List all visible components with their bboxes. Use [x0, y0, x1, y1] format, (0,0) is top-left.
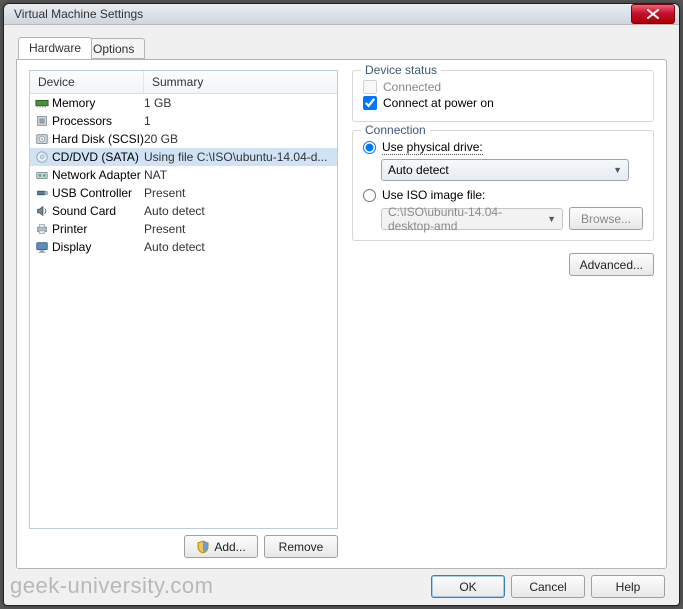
checkbox-connected-label: Connected [383, 80, 441, 94]
radio-use-iso-input[interactable] [363, 189, 376, 202]
table-row[interactable]: USB ControllerPresent [30, 184, 337, 202]
legend-device-status: Device status [361, 63, 441, 77]
row-summary: Present [144, 222, 333, 236]
browse-button: Browse... [569, 207, 643, 230]
dropdown-physical-value: Auto detect [388, 163, 449, 177]
row-icon [34, 114, 50, 128]
watermark: geek-university.com [10, 573, 214, 599]
row-device: Hard Disk (SCSI) [50, 132, 144, 146]
cancel-button[interactable]: Cancel [511, 575, 585, 598]
chevron-down-icon: ▼ [547, 214, 556, 224]
table-row[interactable]: DisplayAuto detect [30, 238, 337, 256]
cd-icon [35, 150, 49, 164]
ok-button[interactable]: OK [431, 575, 505, 598]
dropdown-physical-drive[interactable]: Auto detect ▼ [381, 159, 629, 181]
col-summary[interactable]: Summary [144, 71, 337, 93]
printer-icon [35, 222, 49, 236]
row-device: CD/DVD (SATA) [50, 150, 144, 164]
settings-panel: Device status Connected Connect at power… [352, 70, 654, 558]
row-summary: Present [144, 186, 333, 200]
table-row[interactable]: Processors1 [30, 112, 337, 130]
radio-use-physical[interactable]: Use physical drive: [363, 139, 643, 155]
row-device: Display [50, 240, 144, 254]
row-device: USB Controller [50, 186, 144, 200]
radio-use-iso-label: Use ISO image file: [382, 188, 485, 202]
iso-file-row: C:\ISO\ubuntu-14.04-desktop-amd ▼ Browse… [381, 207, 643, 230]
checkbox-connected[interactable]: Connected [363, 79, 643, 95]
remove-button[interactable]: Remove [264, 535, 338, 558]
sound-icon [35, 204, 49, 218]
radio-use-iso[interactable]: Use ISO image file: [363, 187, 643, 203]
window-title: Virtual Machine Settings [14, 7, 631, 21]
row-summary: Auto detect [144, 240, 333, 254]
row-icon [34, 150, 50, 164]
row-summary: 20 GB [144, 132, 333, 146]
table-row[interactable]: Sound CardAuto detect [30, 202, 337, 220]
table-header: Device Summary [30, 71, 337, 94]
close-button[interactable] [631, 4, 675, 24]
help-button[interactable]: Help [591, 575, 665, 598]
usb-icon [35, 186, 49, 200]
row-icon [34, 132, 50, 146]
group-connection: Connection Use physical drive: Auto dete… [352, 130, 654, 241]
row-device: Memory [50, 96, 144, 110]
titlebar: Virtual Machine Settings [4, 4, 679, 25]
close-icon [647, 9, 659, 19]
row-summary: 1 GB [144, 96, 333, 110]
device-panel: Device Summary Memory1 GBProcessors1Hard… [29, 70, 338, 558]
table-row[interactable]: PrinterPresent [30, 220, 337, 238]
iso-path-value: C:\ISO\ubuntu-14.04-desktop-amd [388, 205, 547, 233]
radio-use-physical-input[interactable] [363, 141, 376, 154]
row-icon [34, 222, 50, 236]
shield-icon [196, 540, 210, 554]
tab-pane-hardware: Device Summary Memory1 GBProcessors1Hard… [16, 59, 667, 569]
col-device[interactable]: Device [30, 71, 144, 93]
advanced-row: Advanced... [352, 249, 654, 276]
row-device: Network Adapter [50, 168, 144, 182]
table-row[interactable]: Memory1 GB [30, 94, 337, 112]
row-summary: Auto detect [144, 204, 333, 218]
row-device: Printer [50, 222, 144, 236]
row-device: Processors [50, 114, 144, 128]
legend-connection: Connection [361, 123, 430, 137]
chevron-down-icon: ▼ [613, 165, 622, 175]
row-summary: NAT [144, 168, 333, 182]
device-table: Device Summary Memory1 GBProcessors1Hard… [29, 70, 338, 529]
checkbox-connected-input [363, 80, 377, 94]
hdd-icon [35, 132, 49, 146]
checkbox-connect-poweron[interactable]: Connect at power on [363, 95, 643, 111]
display-icon [35, 240, 49, 254]
advanced-button[interactable]: Advanced... [569, 253, 654, 276]
row-icon [34, 240, 50, 254]
row-summary: Using file C:\ISO\ubuntu-14.04-d... [144, 150, 333, 164]
radio-use-physical-label: Use physical drive: [382, 140, 483, 154]
table-row[interactable]: Network AdapterNAT [30, 166, 337, 184]
add-label: Add... [214, 540, 245, 554]
dialog-window: Virtual Machine Settings Hardware Option… [3, 3, 680, 606]
dropdown-iso-path: C:\ISO\ubuntu-14.04-desktop-amd ▼ [381, 208, 563, 230]
memory-icon [35, 96, 49, 110]
row-device: Sound Card [50, 204, 144, 218]
row-icon [34, 204, 50, 218]
net-icon [35, 168, 49, 182]
dialog-body: Hardware Options Device Summary Memory1 … [4, 25, 679, 606]
table-row[interactable]: Hard Disk (SCSI)20 GB [30, 130, 337, 148]
tab-strip: Hardware Options [16, 35, 667, 59]
row-icon [34, 186, 50, 200]
checkbox-connect-poweron-input[interactable] [363, 96, 377, 110]
row-icon [34, 168, 50, 182]
row-summary: 1 [144, 114, 333, 128]
device-buttons: Add... Remove [29, 529, 338, 558]
add-button[interactable]: Add... [184, 535, 258, 558]
checkbox-connect-poweron-label: Connect at power on [383, 96, 494, 110]
tab-hardware[interactable]: Hardware [18, 37, 92, 59]
cpu-icon [35, 114, 49, 128]
row-icon [34, 96, 50, 110]
table-row[interactable]: CD/DVD (SATA)Using file C:\ISO\ubuntu-14… [30, 148, 337, 166]
group-device-status: Device status Connected Connect at power… [352, 70, 654, 122]
